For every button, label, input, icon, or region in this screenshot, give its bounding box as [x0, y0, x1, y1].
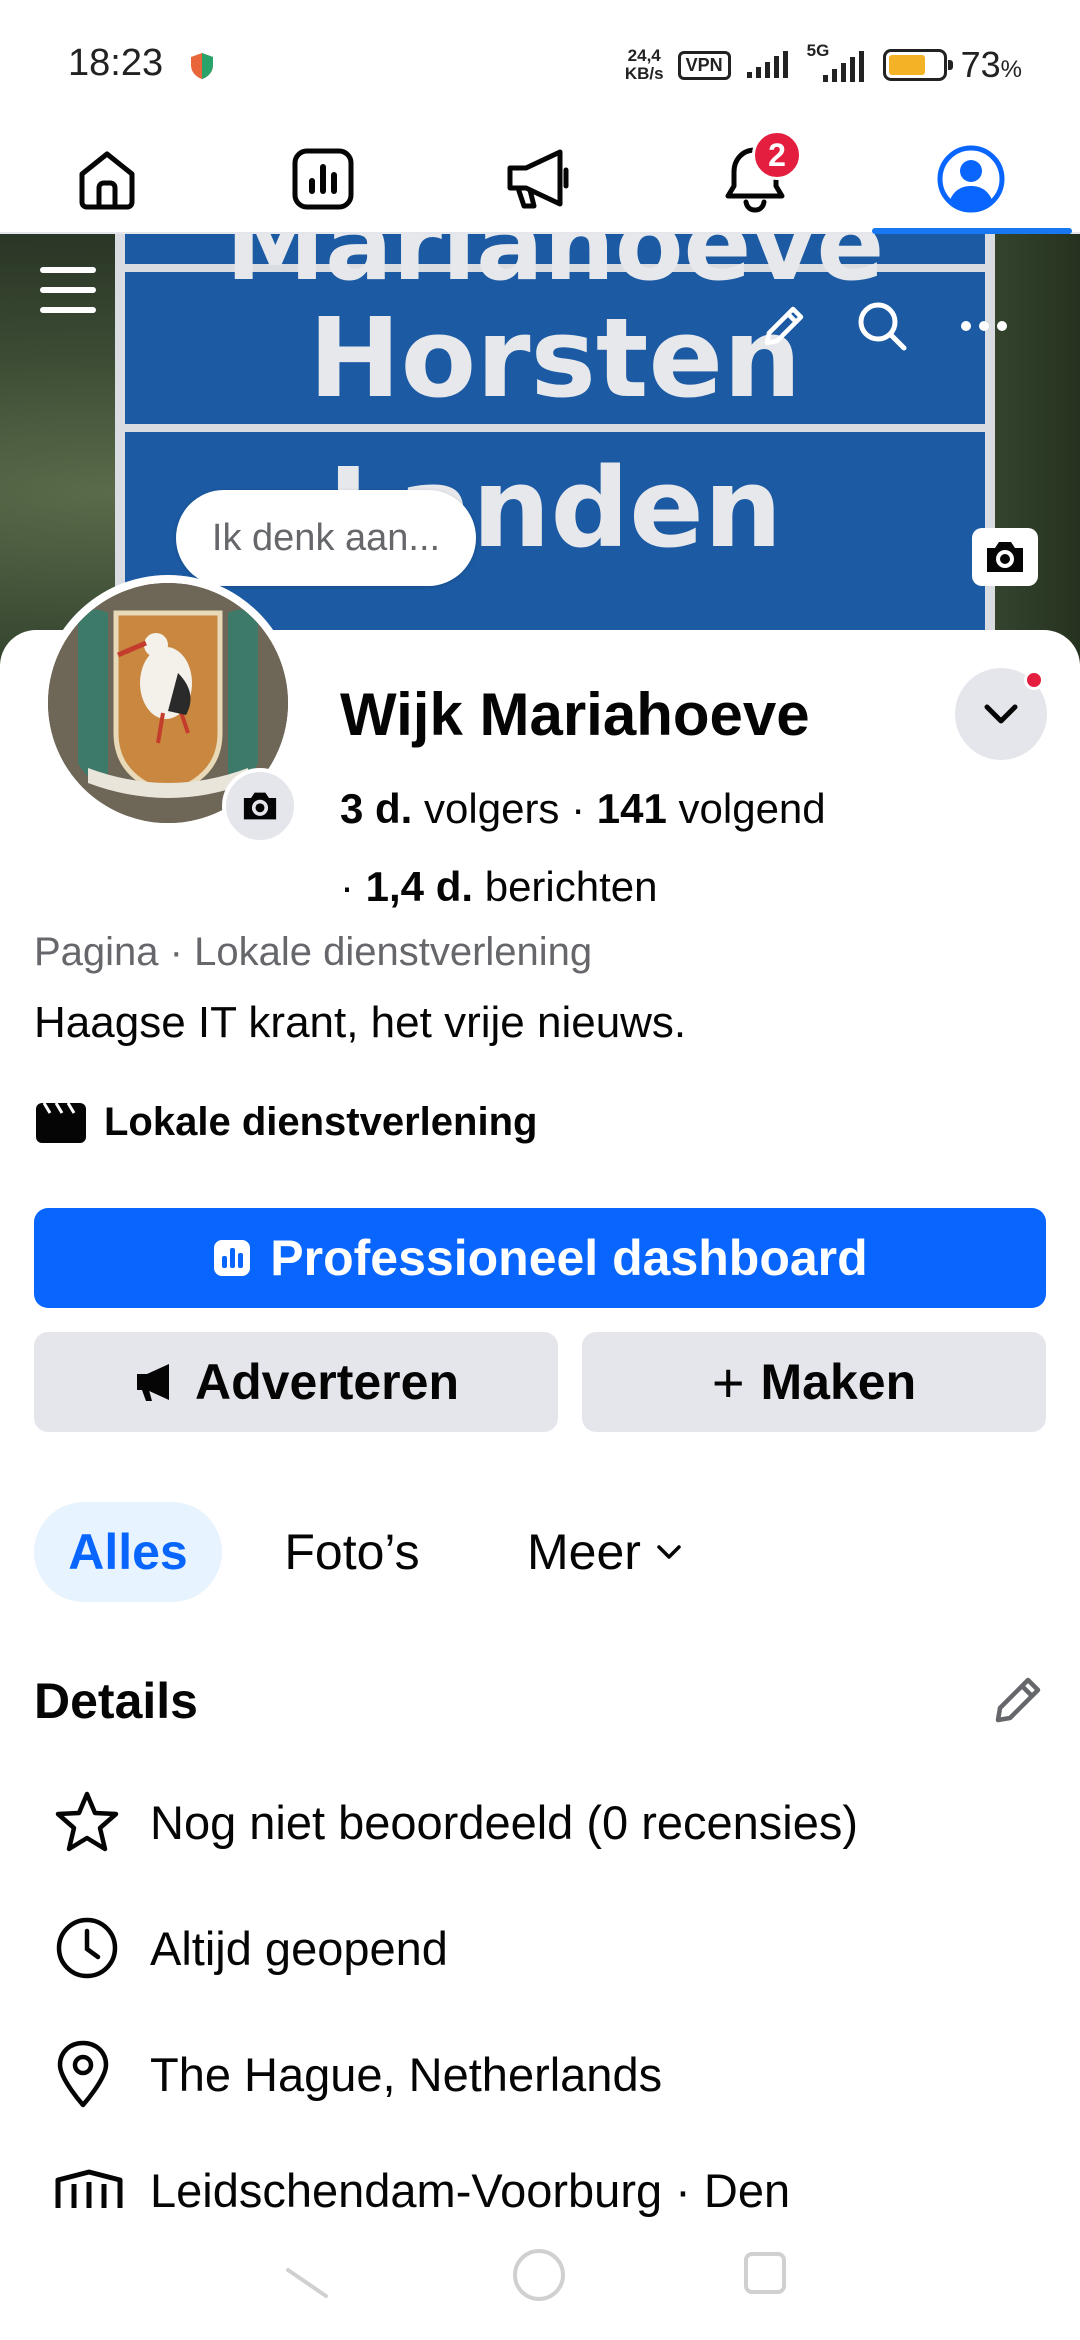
search-button[interactable]	[850, 294, 914, 358]
camera-icon	[987, 542, 1023, 572]
megaphone-icon	[137, 1364, 169, 1401]
detail-rating[interactable]: Nog niet beoordeeld (0 recensies)	[34, 1782, 1044, 1862]
chevron-down-icon	[984, 704, 1018, 724]
page-category: Pagina · Lokale dienstverlening	[34, 930, 593, 974]
signal-icon	[746, 51, 788, 78]
category-row: Lokale dienstverlening	[34, 1100, 537, 1145]
more-options-button[interactable]	[952, 294, 1016, 358]
chevron-down-icon	[657, 1545, 681, 1559]
menu-button[interactable]	[36, 258, 100, 322]
edit-cover-button[interactable]	[752, 294, 816, 358]
posts-count: 1,4 d.	[365, 863, 474, 910]
detail-location[interactable]: The Hague, Netherlands	[34, 2034, 1044, 2114]
followers-label: volgers	[424, 785, 560, 832]
home-button[interactable]	[510, 2246, 568, 2304]
back-button[interactable]	[280, 2260, 330, 2300]
profile-icon	[937, 145, 1005, 213]
status-prompt-bubble[interactable]: Ik denk aan...	[176, 490, 476, 586]
detail-area[interactable]: Leidschendam-Voorburg · Den	[34, 2150, 1044, 2230]
nav-home[interactable]	[62, 134, 152, 224]
dashboard-icon	[214, 1240, 251, 1276]
professional-dashboard-button[interactable]: Professioneel dashboard	[34, 1208, 1046, 1308]
posts-label: berichten	[484, 863, 658, 910]
profile-stats: 3 d. volgers · 141 volgend · 1,4 d. beri…	[340, 785, 826, 910]
nav-profile[interactable]	[926, 134, 1016, 224]
page-bio: Haagse IT krant, het vrije nieuws.	[34, 998, 687, 1047]
landmark-icon	[55, 2169, 123, 2208]
create-button[interactable]: + Maken	[582, 1332, 1046, 1432]
cover-camera-button[interactable]	[972, 528, 1038, 586]
status-time: 18:23	[68, 42, 164, 84]
following-label: volgend	[678, 785, 826, 832]
network-speed: 24,4 KB/s	[624, 46, 664, 83]
details-heading: Details	[34, 1673, 198, 1729]
followers-count[interactable]: 3 d.	[340, 785, 412, 832]
battery-icon	[882, 49, 953, 81]
recents-button[interactable]	[742, 2250, 788, 2296]
notification-badge: 2	[752, 130, 802, 180]
tab-photos[interactable]: Foto’s	[262, 1502, 442, 1602]
status-icons: 24,4 KB/s VPN 5G 73%	[625, 40, 1022, 90]
star-icon	[55, 1791, 119, 1852]
page-title: Wijk Mariahoeve	[340, 681, 810, 748]
profile-camera-button[interactable]	[222, 768, 298, 844]
tab-more[interactable]: Meer	[500, 1502, 710, 1602]
sign-line-1: Mariahoeve	[225, 234, 885, 303]
battery-percent: 73%	[960, 44, 1022, 85]
notification-dot	[1024, 670, 1044, 690]
megaphone-icon	[507, 149, 569, 209]
home-icon	[79, 151, 135, 210]
nav-notifications[interactable]: 2	[710, 130, 802, 224]
detail-hours: Altijd geopend	[34, 1908, 1044, 1988]
nav-dashboard[interactable]	[278, 134, 368, 224]
location-pin-icon	[57, 2040, 109, 2108]
dashboard-icon	[292, 148, 354, 210]
clock-icon	[56, 1917, 118, 1979]
clapperboard-icon	[36, 1101, 86, 1143]
edit-details-icon[interactable]	[990, 1672, 1046, 1728]
camera-icon	[243, 792, 277, 820]
tab-all[interactable]: Alles	[34, 1502, 222, 1602]
plus-icon: +	[711, 1350, 745, 1414]
vpn-icon: VPN	[677, 50, 731, 80]
advertise-button[interactable]: Adverteren	[34, 1332, 558, 1432]
more-dots-icon	[961, 321, 1007, 331]
shield-icon	[191, 53, 213, 79]
following-count[interactable]: 141	[597, 785, 667, 832]
system-navigation-bar	[0, 2220, 1080, 2340]
top-navigation: 2	[0, 120, 1080, 234]
pencil-icon	[764, 306, 804, 346]
signal-5g-icon: 5G	[807, 41, 869, 85]
menu-icon	[40, 267, 96, 313]
nav-ads[interactable]	[494, 134, 584, 224]
search-icon	[858, 302, 907, 351]
status-bar: 18:23 24,4 KB/s VPN 5G 73%	[0, 0, 1080, 120]
